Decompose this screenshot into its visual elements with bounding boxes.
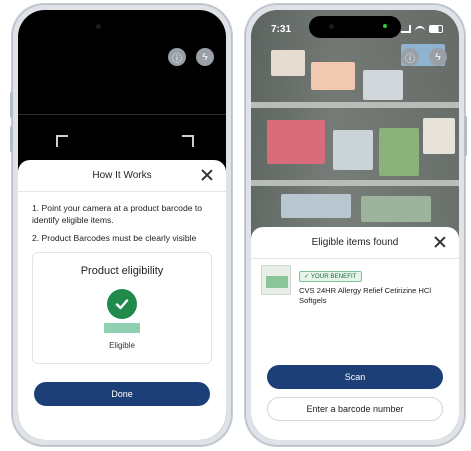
volume-button (10, 92, 13, 118)
left-screen: ⓘ ϟ How It Works 1. Point your camera at… (18, 10, 226, 440)
right-screen: 7:31 ⓘ ϟ Eligible items found ✓ YOUR BEN… (251, 10, 459, 440)
sheet-header: How It Works (18, 160, 226, 192)
flash-off-icon[interactable]: ϟ (196, 48, 214, 66)
camera-product (333, 130, 373, 170)
scan-area-divider (18, 114, 226, 115)
enter-barcode-button[interactable]: Enter a barcode number (267, 397, 443, 421)
flash-off-icon[interactable]: ϟ (429, 48, 447, 66)
info-icon[interactable]: ⓘ (168, 48, 186, 66)
close-icon[interactable] (433, 235, 447, 249)
dynamic-island (76, 16, 168, 38)
camera-product (379, 128, 419, 176)
wifi-icon (415, 26, 425, 32)
status-time: 7:31 (271, 23, 292, 35)
scan-frame-corner (56, 135, 68, 147)
camera-product (423, 118, 455, 154)
product-name: CVS 24HR Allergy Relief Cetirizine HCl S… (299, 286, 432, 305)
eligible-bar (104, 323, 140, 333)
volume-button (10, 126, 13, 152)
sheet-header: Eligible items found (251, 227, 459, 259)
camera-controls: ⓘ ϟ (401, 48, 447, 66)
eligible-label: Eligible (109, 341, 135, 350)
close-icon[interactable] (200, 168, 214, 182)
shelf-edge (251, 180, 459, 186)
camera-product (281, 194, 351, 218)
step-1: 1. Point your camera at a product barcod… (32, 203, 203, 225)
camera-product (311, 62, 355, 90)
signal-icon (401, 25, 411, 33)
scan-frame-corner (182, 135, 194, 147)
instructions: 1. Point your camera at a product barcod… (18, 192, 226, 244)
how-it-works-sheet: How It Works 1. Point your camera at a p… (18, 160, 226, 440)
screenshot-stage: ⓘ ϟ How It Works 1. Point your camera at… (0, 0, 471, 451)
camera-product (363, 70, 403, 100)
sheet-title: Eligible items found (311, 237, 399, 248)
done-button[interactable]: Done (34, 382, 210, 406)
eligible-items-sheet: Eligible items found ✓ YOUR BENEFIT CVS … (251, 227, 459, 440)
camera-product (267, 120, 325, 164)
product-item[interactable]: ✓ YOUR BENEFIT CVS 24HR Allergy Relief C… (251, 259, 459, 309)
battery-icon (429, 25, 443, 33)
card-title: Product eligibility (80, 265, 164, 277)
shelf-edge (251, 102, 459, 108)
sheet-title: How It Works (92, 170, 152, 181)
benefit-badge: ✓ YOUR BENEFIT (299, 271, 362, 282)
camera-controls: ⓘ ϟ (168, 48, 214, 66)
checkmark-icon (107, 289, 137, 319)
camera-product (271, 50, 305, 76)
eligibility-card: Product eligibility Eligible (32, 252, 212, 364)
step-2: 2. Product Barcodes must be clearly visi… (32, 233, 197, 243)
product-info: ✓ YOUR BENEFIT CVS 24HR Allergy Relief C… (299, 265, 449, 305)
status-icons (401, 25, 443, 33)
left-phone: ⓘ ϟ How It Works 1. Point your camera at… (10, 4, 232, 446)
right-phone: 7:31 ⓘ ϟ Eligible items found ✓ YOUR BEN… (245, 4, 467, 446)
info-icon[interactable]: ⓘ (401, 48, 419, 66)
power-button (464, 116, 467, 156)
status-bar: 7:31 (271, 22, 443, 36)
product-image (261, 265, 291, 295)
camera-product (361, 196, 431, 222)
scan-button[interactable]: Scan (267, 365, 443, 389)
